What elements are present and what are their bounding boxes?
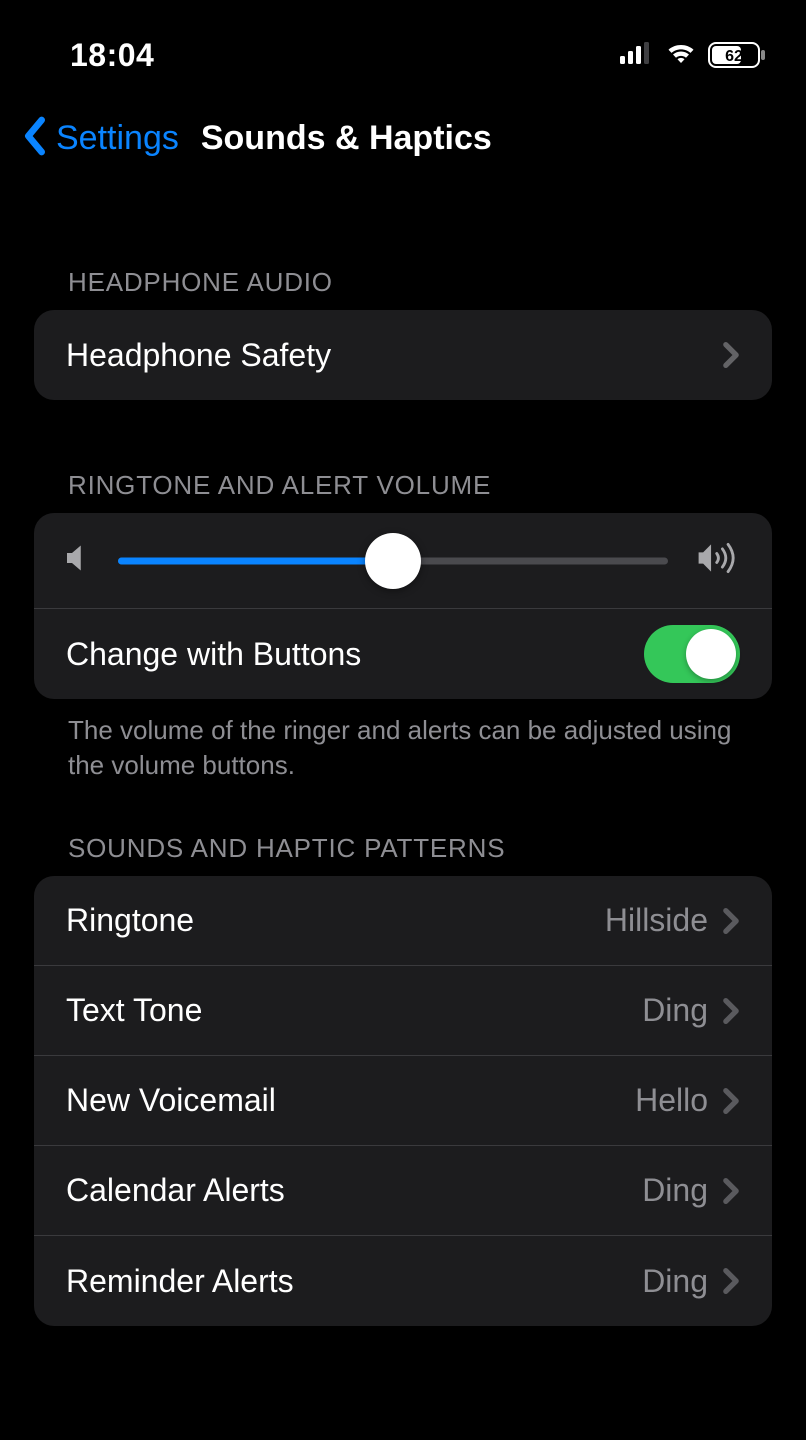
row-label: Change with Buttons bbox=[66, 636, 644, 673]
slider-thumb[interactable] bbox=[365, 533, 421, 589]
row-label: Text Tone bbox=[66, 992, 642, 1029]
navigation-bar: Settings Sounds & Haptics bbox=[0, 90, 806, 187]
page-title: Sounds & Haptics bbox=[201, 119, 492, 158]
cellular-icon bbox=[620, 42, 654, 69]
chevron-right-icon bbox=[722, 1088, 740, 1114]
ringtone-row[interactable]: Ringtone Hillside bbox=[34, 876, 772, 966]
volume-slider-row bbox=[34, 513, 772, 609]
change-with-buttons-row: Change with Buttons bbox=[34, 609, 772, 699]
text-tone-row[interactable]: Text Tone Ding bbox=[34, 966, 772, 1056]
new-voicemail-row[interactable]: New Voicemail Hello bbox=[34, 1056, 772, 1146]
status-bar: 18:04 62 bbox=[0, 0, 806, 90]
row-value: Ding bbox=[642, 1172, 708, 1209]
chevron-right-icon bbox=[722, 1178, 740, 1204]
section-header-headphone-audio: HEADPHONE AUDIO bbox=[34, 267, 772, 310]
status-time: 18:04 bbox=[70, 37, 154, 74]
row-value: Hillside bbox=[605, 902, 708, 939]
group-patterns: Ringtone Hillside Text Tone Ding New Voi… bbox=[34, 876, 772, 1326]
chevron-right-icon bbox=[722, 342, 740, 368]
row-label: New Voicemail bbox=[66, 1082, 635, 1119]
row-label: Calendar Alerts bbox=[66, 1172, 642, 1209]
battery-icon: 62 bbox=[708, 42, 766, 68]
section-header-volume: RINGTONE AND ALERT VOLUME bbox=[34, 470, 772, 513]
back-chevron-icon[interactable] bbox=[18, 116, 52, 161]
row-value: Hello bbox=[635, 1082, 708, 1119]
change-with-buttons-toggle[interactable] bbox=[644, 625, 740, 683]
reminder-alerts-row[interactable]: Reminder Alerts Ding bbox=[34, 1236, 772, 1326]
back-button[interactable]: Settings bbox=[56, 119, 179, 158]
status-indicators: 62 bbox=[620, 41, 766, 70]
speaker-high-icon bbox=[696, 541, 742, 580]
section-footer-volume: The volume of the ringer and alerts can … bbox=[34, 699, 772, 783]
svg-text:62: 62 bbox=[725, 48, 743, 65]
chevron-right-icon bbox=[722, 908, 740, 934]
chevron-right-icon bbox=[722, 998, 740, 1024]
row-value: Ding bbox=[642, 1263, 708, 1300]
section-header-patterns: SOUNDS AND HAPTIC PATTERNS bbox=[34, 833, 772, 876]
row-label: Ringtone bbox=[66, 902, 605, 939]
chevron-right-icon bbox=[722, 1268, 740, 1294]
headphone-safety-row[interactable]: Headphone Safety bbox=[34, 310, 772, 400]
row-label: Headphone Safety bbox=[66, 337, 722, 374]
row-label: Reminder Alerts bbox=[66, 1263, 642, 1300]
wifi-icon bbox=[664, 41, 698, 70]
speaker-low-icon bbox=[64, 543, 90, 578]
calendar-alerts-row[interactable]: Calendar Alerts Ding bbox=[34, 1146, 772, 1236]
group-headphone-audio: Headphone Safety bbox=[34, 310, 772, 400]
group-volume: Change with Buttons bbox=[34, 513, 772, 699]
volume-slider[interactable] bbox=[118, 557, 668, 565]
row-value: Ding bbox=[642, 992, 708, 1029]
